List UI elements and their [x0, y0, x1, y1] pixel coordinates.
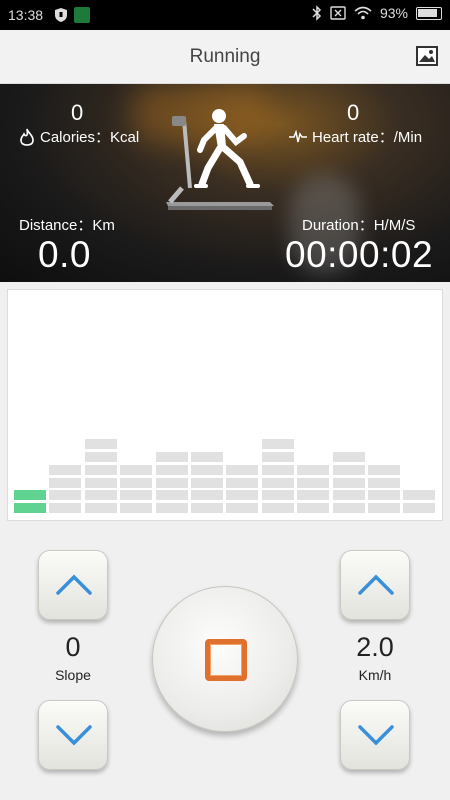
- level-bar-segment: [191, 490, 223, 501]
- slope-up-button[interactable]: [38, 550, 108, 620]
- calories-stat: Calories：Kcal: [19, 126, 139, 147]
- title-bar: Running: [0, 30, 450, 84]
- level-bar-segment: [155, 464, 188, 475]
- level-bar-segment: [191, 464, 223, 475]
- level-bar-segment: [49, 503, 82, 514]
- level-bar-segment: [226, 477, 259, 488]
- status-bar: 13:38 93%: [0, 0, 450, 30]
- pulse-icon: [289, 129, 307, 142]
- chevron-up-icon: [358, 574, 394, 595]
- status-left-icons: [54, 7, 90, 23]
- speed-up-button[interactable]: [340, 550, 410, 620]
- heart-rate-label: Heart rate：/Min: [312, 129, 423, 146]
- level-bar-segment: [49, 477, 82, 488]
- level-bar-segment: [49, 464, 82, 475]
- speed-down-button[interactable]: [340, 700, 410, 770]
- level-bar-segment: [120, 464, 153, 475]
- level-bar-segment: [332, 464, 365, 475]
- flame-icon: [20, 128, 34, 146]
- distance-value: 0.0: [38, 234, 91, 275]
- level-bar-segment: [84, 439, 117, 450]
- level-bar-segment: [155, 503, 188, 514]
- status-time: 13:38: [8, 7, 44, 23]
- app-notification-icon: [74, 7, 90, 23]
- stop-icon: [205, 639, 247, 681]
- chevron-down-icon: [358, 725, 394, 746]
- level-bar-segment: [191, 477, 223, 488]
- level-bar-segment: [84, 464, 117, 475]
- level-bar-segment: [261, 477, 294, 488]
- level-bar-segment: [226, 503, 259, 514]
- stats-panel: 0 Calories：Kcal 0 Heart rate：/Min Distan…: [0, 84, 450, 282]
- level-bar-segment: [261, 490, 294, 501]
- level-bar-segment: [120, 477, 153, 488]
- duration-value: 00:00:02: [285, 234, 434, 275]
- level-bar-segment: [297, 464, 330, 475]
- page-title: Running: [189, 46, 261, 67]
- duration-stat: Duration：H/M/S: [302, 214, 415, 235]
- slope-down-button[interactable]: [38, 700, 108, 770]
- level-bar-segment: [261, 464, 294, 475]
- level-bar-segment: [368, 503, 400, 514]
- slope-label: Slope: [55, 667, 91, 683]
- speed-value: 2.0: [356, 632, 394, 662]
- level-bar-segment: [368, 490, 400, 501]
- treadmill-runner-icon: [166, 109, 274, 210]
- level-bar-segment: [49, 490, 82, 501]
- level-bar-segment: [120, 503, 153, 514]
- chevron-down-icon: [56, 725, 92, 746]
- level-bar-segment: [84, 503, 117, 514]
- level-bar-segment: [155, 452, 188, 462]
- level-bar-segment: [191, 452, 223, 462]
- distance-stat: Distance：Km: [19, 214, 115, 235]
- image-icon[interactable]: [416, 45, 438, 67]
- level-bar-segment: [332, 452, 365, 462]
- level-bar-segment: [403, 490, 436, 501]
- level-bar-segment: [226, 490, 259, 501]
- level-bar-segment: [155, 477, 188, 488]
- level-bar-segment: [226, 464, 259, 475]
- level-bar-segment: [261, 439, 294, 450]
- bluetooth-icon: [312, 5, 322, 21]
- wifi-icon: [354, 6, 372, 20]
- level-bar-segment: [261, 452, 294, 462]
- level-bar-segment: [403, 503, 436, 514]
- distance-label: Distance：Km: [19, 217, 115, 234]
- level-bar-segment: [297, 477, 330, 488]
- level-bar-segment: [155, 490, 188, 501]
- level-bar-segment: [332, 477, 365, 488]
- level-bar-segment: [84, 490, 117, 501]
- level-bar-segment: [332, 490, 365, 501]
- speed-display: 2.0 Km/h: [335, 632, 415, 683]
- level-bar-segment: [84, 477, 117, 488]
- level-bar-segment: [368, 477, 400, 488]
- level-bar-segment: [368, 464, 400, 475]
- level-bar-segment: [120, 490, 153, 501]
- level-bar-segment: [332, 503, 365, 514]
- level-bar-segment: [297, 503, 330, 514]
- level-bar-segment: [14, 503, 46, 514]
- heart-rate-value: 0: [347, 100, 360, 125]
- level-bar-segment: [14, 490, 46, 501]
- battery-icon: [416, 6, 442, 20]
- calories-label: Calories：Kcal: [40, 129, 140, 146]
- shield-icon: [55, 8, 67, 22]
- level-bar-segment: [191, 503, 223, 514]
- level-bar-segment: [84, 452, 117, 462]
- level-bar-segment: [261, 503, 294, 514]
- stop-button[interactable]: [152, 586, 298, 732]
- speed-label: Km/h: [358, 667, 392, 683]
- status-right-icons: 93%: [312, 5, 442, 21]
- battery-percent: 93%: [379, 5, 408, 21]
- level-bar-segment: [297, 490, 330, 501]
- duration-label: Duration：H/M/S: [302, 217, 416, 234]
- slope-value: 0: [65, 632, 81, 662]
- heart-rate-stat: Heart rate：/Min: [289, 126, 422, 147]
- slope-display: 0 Slope: [38, 632, 108, 683]
- chevron-up-icon: [56, 574, 92, 595]
- program-level-chart: [7, 289, 443, 521]
- no-sim-icon: [330, 6, 346, 20]
- calories-value: 0: [71, 100, 84, 125]
